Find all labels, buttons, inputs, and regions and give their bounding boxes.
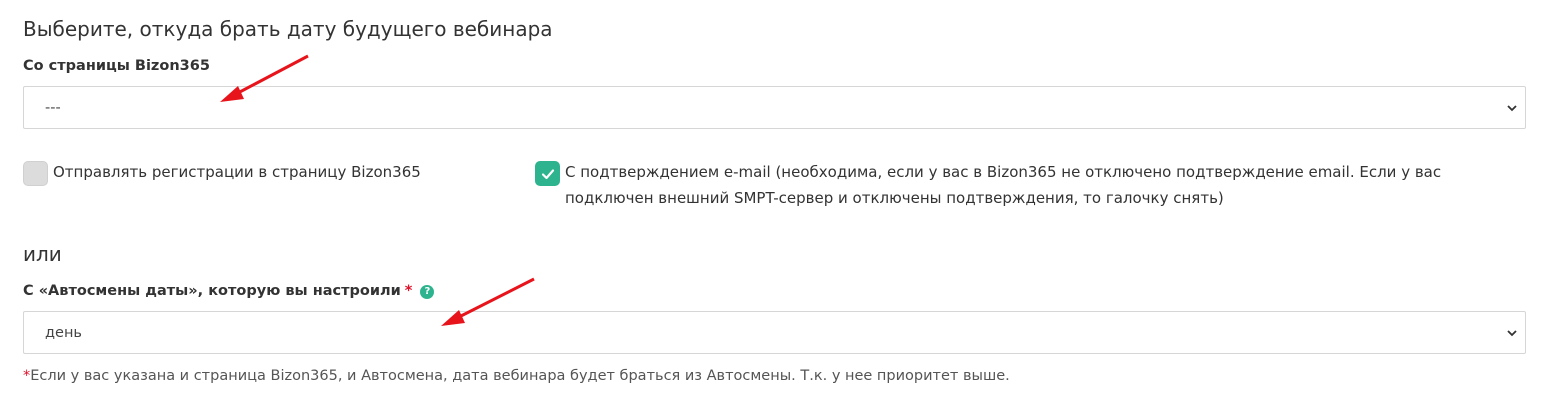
- arrow-annotation-icon: [220, 54, 309, 102]
- annotation-arrows: [220, 54, 535, 326]
- arrow-annotation-icon: [441, 277, 535, 326]
